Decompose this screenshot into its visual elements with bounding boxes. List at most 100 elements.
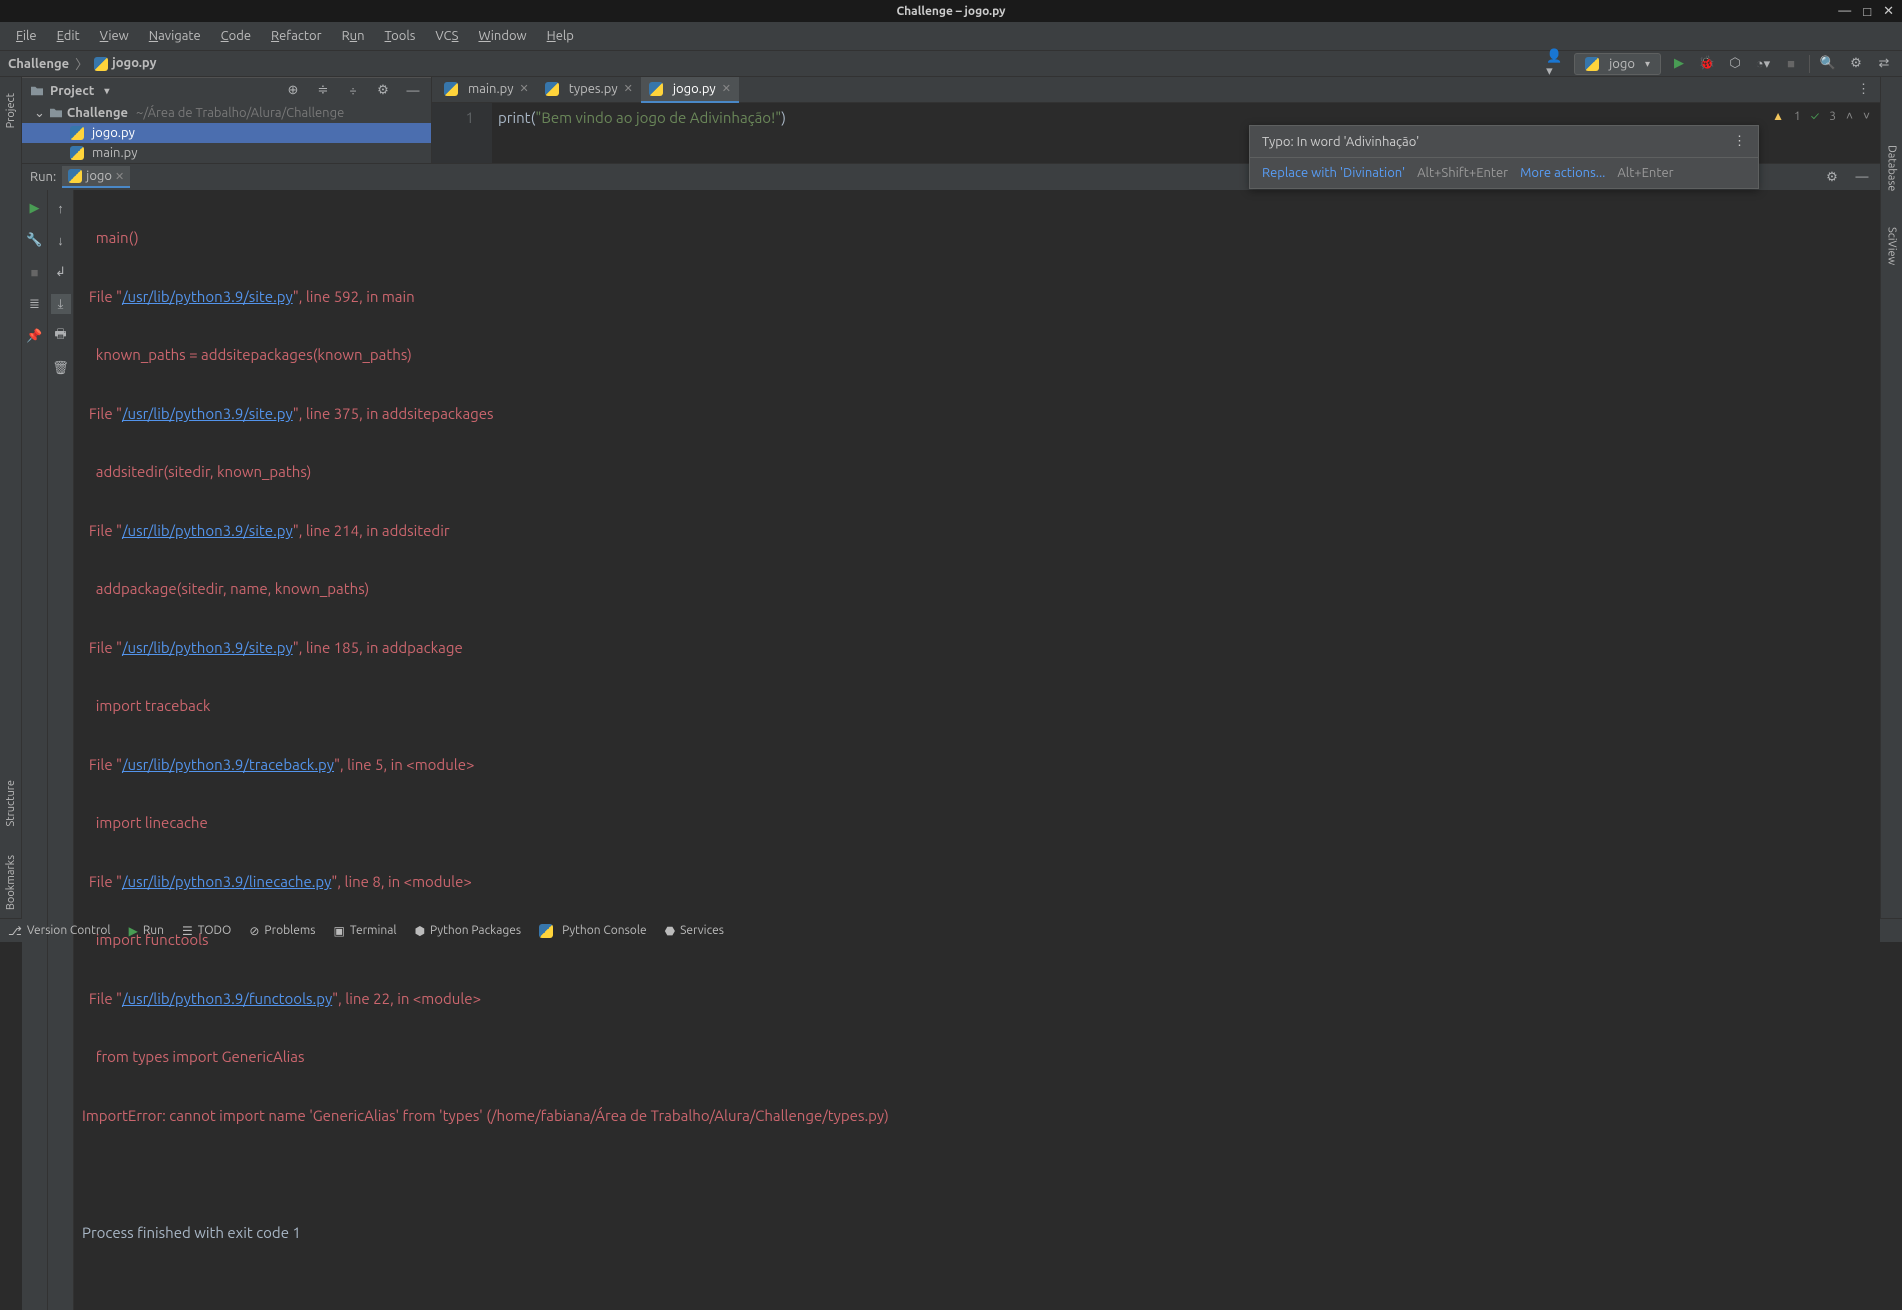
file-link[interactable]: /usr/lib/python3.9/site.py [122, 405, 293, 422]
gear-icon[interactable]: ⚙ [373, 81, 393, 101]
menu-run[interactable]: Run [334, 25, 373, 47]
file-link[interactable]: /usr/lib/python3.9/site.py [122, 288, 293, 305]
debug-icon[interactable]: 🐞 [1697, 54, 1717, 74]
close-icon[interactable]: ✕ [722, 82, 731, 95]
project-tool-button[interactable]: Project [5, 85, 17, 136]
inspection-tooltip: Typo: In word 'Adivinhação' ⋮ Replace wi… [1249, 125, 1759, 189]
settings-icon[interactable]: ⇄ [1874, 54, 1894, 74]
status-packages[interactable]: ⬢Python Packages [415, 924, 522, 938]
line-number: 1 [432, 109, 474, 126]
todo-icon: ☰ [182, 924, 193, 938]
pin-icon[interactable]: 📌 [25, 326, 45, 346]
status-problems[interactable]: ⊘Problems [249, 924, 315, 938]
menu-refactor[interactable]: Refactor [263, 25, 330, 47]
chevron-down-icon[interactable]: ˅ [1863, 109, 1870, 123]
profile-icon[interactable]: ◔▾ [1753, 54, 1773, 74]
more-actions[interactable]: More actions... [1520, 166, 1605, 180]
soft-wrap-icon[interactable]: ↲ [51, 262, 71, 282]
chevron-down-icon: ⌄ [34, 106, 45, 121]
hide-icon[interactable]: — [1852, 167, 1872, 187]
status-python-console[interactable]: Python Console [539, 924, 647, 938]
code-line-1[interactable]: print("Bem vindo ao jogo de Adivinhação!… [498, 109, 1880, 126]
menu-help[interactable]: Help [539, 25, 582, 47]
wrench-icon[interactable]: 🔧 [25, 230, 45, 250]
tab-main[interactable]: main.py✕ [436, 77, 537, 103]
user-icon[interactable]: 👤▾ [1546, 54, 1566, 74]
project-view-selector[interactable]: Project [30, 84, 109, 98]
tree-root[interactable]: ⌄ Challenge ~/Área de Trabalho/Alura/Cha… [22, 103, 431, 123]
file-link[interactable]: /usr/lib/python3.9/functools.py [122, 990, 332, 1007]
status-run[interactable]: ▶Run [129, 924, 164, 938]
down-icon[interactable]: ↓ [51, 230, 71, 250]
status-terminal[interactable]: ▣Terminal [334, 924, 397, 938]
menu-code[interactable]: Code [213, 25, 259, 47]
menu-view[interactable]: View [92, 25, 137, 47]
run-icon[interactable]: ▶ [1669, 54, 1689, 74]
menu-tools[interactable]: Tools [377, 25, 424, 47]
typo-count: 3 [1829, 110, 1836, 123]
status-todo[interactable]: ☰TODO [182, 924, 231, 938]
structure-tool-button[interactable]: Structure [5, 772, 17, 835]
replace-action[interactable]: Replace with 'Divination' [1262, 166, 1405, 180]
layout-icon[interactable]: ≣ [25, 294, 45, 314]
search-icon[interactable]: 🔍 [1818, 54, 1838, 74]
file-link[interactable]: /usr/lib/python3.9/linecache.py [122, 873, 331, 890]
warning-icon[interactable]: ▲ [1772, 109, 1784, 123]
python-icon [68, 169, 82, 183]
close-icon[interactable]: ✕ [1883, 4, 1894, 19]
expand-all-icon[interactable]: ≑ [313, 81, 333, 101]
python-icon [649, 82, 663, 96]
window-title: Challenge – jogo.py [896, 5, 1005, 18]
locate-icon[interactable]: ⊕ [283, 81, 303, 101]
scroll-end-icon[interactable]: ⤓ [51, 294, 71, 314]
collapse-all-icon[interactable]: ÷ [343, 81, 363, 101]
menu-window[interactable]: Window [470, 25, 534, 47]
file-link[interactable]: /usr/lib/python3.9/traceback.py [122, 756, 334, 773]
hide-icon[interactable]: — [403, 81, 423, 101]
sciview-tool-button[interactable]: SciView [1886, 219, 1898, 273]
breadcrumb-project[interactable]: Challenge [8, 57, 69, 71]
gear-icon[interactable]: ⚙ [1822, 167, 1842, 187]
breadcrumb: Challenge 〉 jogo.py [8, 54, 156, 73]
status-services[interactable]: ⬣Services [665, 924, 724, 938]
stop-icon[interactable]: ■ [1781, 54, 1801, 74]
close-icon[interactable]: ✕ [624, 82, 633, 95]
up-icon[interactable]: ↑ [51, 198, 71, 218]
run-output[interactable]: main() File "/usr/lib/python3.9/site.py"… [74, 190, 1880, 1310]
print-icon[interactable]: 🖶 [51, 326, 71, 346]
status-vcs[interactable]: ⎇Version Control [8, 924, 111, 938]
coverage-icon[interactable]: ⬡ [1725, 54, 1745, 74]
tooltip-title: Typo: In word 'Adivinhação' [1262, 135, 1419, 149]
titlebar: Challenge – jogo.py — □ ✕ [0, 0, 1902, 22]
close-icon[interactable]: ✕ [115, 171, 124, 183]
more-icon[interactable]: ⋮ [1857, 82, 1870, 97]
rerun-icon[interactable]: ▶ [25, 198, 45, 218]
close-icon[interactable]: ✕ [520, 82, 529, 95]
file-link[interactable]: /usr/lib/python3.9/site.py [122, 522, 293, 539]
database-tool-button[interactable]: Database [1886, 137, 1898, 199]
stop-icon[interactable]: ■ [25, 262, 45, 282]
run-label: Run: [30, 170, 56, 184]
check-icon[interactable]: ✓ [1811, 110, 1819, 123]
tree-file-main[interactable]: main.py [22, 143, 431, 163]
run-tab-jogo[interactable]: jogo ✕ [62, 166, 130, 189]
gear-icon[interactable]: ⚙ [1846, 54, 1866, 74]
breadcrumb-file[interactable]: jogo.py [94, 56, 156, 71]
bookmarks-tool-button[interactable]: Bookmarks [5, 847, 17, 918]
menu-navigate[interactable]: Navigate [141, 25, 209, 47]
tab-types[interactable]: types.py✕ [537, 77, 641, 103]
file-link[interactable]: /usr/lib/python3.9/site.py [122, 639, 293, 656]
run-config-selector[interactable]: jogo [1574, 53, 1661, 75]
menu-vcs[interactable]: VCS [427, 25, 466, 47]
maximize-icon[interactable]: □ [1863, 4, 1871, 19]
tab-jogo[interactable]: jogo.py✕ [641, 77, 739, 103]
minimize-icon[interactable]: — [1838, 4, 1851, 19]
chevron-up-icon[interactable]: ˄ [1846, 109, 1853, 123]
menu-file[interactable]: File [8, 25, 45, 47]
python-icon [1585, 57, 1599, 71]
tree-file-jogo[interactable]: jogo.py [22, 123, 431, 143]
trash-icon[interactable]: 🗑 [51, 358, 71, 378]
menu-edit[interactable]: Edit [49, 25, 88, 47]
editor-area: main.py✕ types.py✕ jogo.py✕ ⋮ 1 print("B… [432, 77, 1880, 163]
more-icon[interactable]: ⋮ [1733, 134, 1746, 149]
